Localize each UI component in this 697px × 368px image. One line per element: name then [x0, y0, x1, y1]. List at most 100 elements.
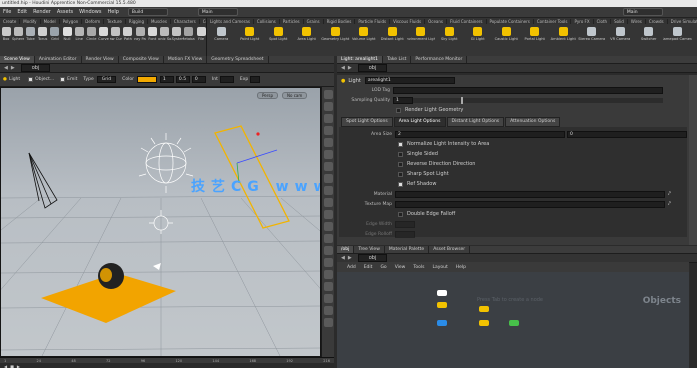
color-g-field[interactable]: 0.5	[175, 76, 190, 83]
shelf-tool-gamepad-camera[interactable]: Gamepad Camera	[663, 27, 692, 41]
shelf-left-tab-3[interactable]: Polygon	[60, 18, 83, 24]
shelf-tool-metaball[interactable]: Metaball	[183, 27, 195, 41]
viewport-side-tool-icon[interactable]	[324, 198, 333, 207]
node-envlight[interactable]	[509, 320, 519, 326]
option-checkbox[interactable]	[398, 171, 403, 177]
forward-arrow-icon[interactable]: ▶	[348, 255, 352, 261]
pane-left-tab-3[interactable]: Composite View	[119, 56, 164, 63]
shelf-tool-vr-camera[interactable]: VR Camera	[606, 27, 635, 41]
color-b-field[interactable]: 0	[191, 76, 206, 83]
forward-arrow-icon[interactable]: ▶	[11, 65, 15, 71]
shelf-right-tab-8[interactable]: Fluid Containers	[447, 18, 487, 24]
shelf-right-tab-9[interactable]: Populate Containers	[487, 18, 534, 24]
node-light[interactable]	[437, 302, 447, 308]
viewport-side-tool-icon[interactable]	[324, 294, 333, 303]
viewport-side-tool-icon[interactable]	[324, 222, 333, 231]
param-scrollbar[interactable]	[689, 75, 697, 245]
pane-left-tab-4[interactable]: Motion FX View	[164, 56, 208, 63]
viewport-side-tool-icon[interactable]	[324, 318, 333, 327]
shelf-right-tab-4[interactable]: Rigid Bodies	[324, 18, 356, 24]
back-arrow-icon[interactable]: ◀	[4, 65, 8, 71]
color-swatch[interactable]	[136, 76, 157, 83]
network-menu-help[interactable]: Help	[452, 265, 470, 270]
network-menu-tools[interactable]: Tools	[409, 265, 428, 270]
texture-map-field[interactable]	[395, 200, 665, 208]
shelf-right-tab-0[interactable]: Lights and Cameras	[207, 18, 254, 24]
menu-render[interactable]: Render	[30, 9, 54, 15]
double-edge-checkbox[interactable]	[398, 211, 403, 217]
node-name-field[interactable]: arealight1	[364, 77, 455, 84]
shelf-tool-curve[interactable]: Curve	[98, 27, 110, 41]
shelf-right-tab-7[interactable]: Oceans	[425, 18, 448, 24]
viewport-side-tool-icon[interactable]	[324, 306, 333, 315]
emit-checkbox[interactable]	[60, 77, 66, 82]
shelf-right-tab-11[interactable]: Pyro FX	[571, 18, 594, 24]
desktop-center-select[interactable]: Main	[197, 8, 238, 16]
viewport-side-tool-icon[interactable]	[324, 270, 333, 279]
lod-tag-field[interactable]	[393, 86, 663, 94]
shelf-tool-line[interactable]: Line	[73, 27, 85, 41]
shelf-left-tab-1[interactable]: Modify	[20, 18, 41, 24]
shelf-right-tab-14[interactable]: Wires	[628, 18, 646, 24]
option-checkbox[interactable]	[398, 161, 403, 167]
shelf-right-tab-10[interactable]: Container Tools	[534, 18, 572, 24]
material-field[interactable]	[395, 190, 665, 198]
node-chooser-icon[interactable]: ⤤	[668, 191, 671, 197]
viewport-side-tool-icon[interactable]	[324, 234, 333, 243]
sampling-quality-field[interactable]: 1	[393, 96, 413, 104]
option-checkbox[interactable]	[398, 181, 403, 187]
shelf-tool-font[interactable]: Font	[146, 27, 158, 41]
param-tab-area-light-options[interactable]: Area Light Options	[393, 117, 446, 127]
shelf-right-tab-2[interactable]: Particles	[280, 18, 304, 24]
object-checkbox[interactable]	[28, 77, 34, 82]
shelf-left-tab-0[interactable]: Create	[0, 18, 21, 24]
back-arrow-icon[interactable]: ◀	[341, 65, 345, 71]
desktop-right-select[interactable]: Main	[622, 8, 663, 16]
shelf-right-tab-3[interactable]: Grains	[304, 18, 324, 24]
network-menu-add[interactable]: Add	[343, 265, 360, 270]
pane-left-tab-2[interactable]: Render View	[82, 56, 119, 63]
shelf-tool-tube[interactable]: Tube	[24, 27, 36, 41]
file-chooser-icon[interactable]: ⤤	[668, 201, 671, 207]
viewport-side-tool-icon[interactable]	[324, 162, 333, 171]
viewport-side-tool-icon[interactable]	[324, 150, 333, 159]
shelf-right-tab-1[interactable]: Collisions	[254, 18, 280, 24]
shelf-tool-geometry-light[interactable]: Geometry Light	[321, 27, 350, 41]
shelf-tool-distant-light[interactable]: Distant Light	[378, 27, 407, 41]
shelf-left-tab-5[interactable]: Texture	[104, 18, 126, 24]
viewport-side-tool-icon[interactable]	[324, 174, 333, 183]
pane-right-tab-2[interactable]: Performance Monitor	[411, 56, 468, 63]
viewport-path[interactable]: obj	[20, 64, 51, 72]
param-tab-spot-light-options[interactable]: Spot Light Options	[341, 117, 393, 127]
shelf-tool-sky-light[interactable]: Sky Light	[435, 27, 464, 41]
shelf-tool-spray-paint[interactable]: Spray Paint	[134, 27, 146, 41]
shelf-right-tab-6[interactable]: Viscous Fluids	[390, 18, 426, 24]
shelf-tool-sphere[interactable]: Sphere	[12, 27, 24, 41]
network-tab-3[interactable]: Asset Browser	[429, 246, 471, 253]
render-light-geometry-checkbox[interactable]	[396, 107, 401, 113]
viewport-side-tool-icon[interactable]	[324, 246, 333, 255]
type-select[interactable]: Grid	[96, 76, 117, 83]
intensity-field[interactable]	[219, 76, 234, 83]
network-tab-2[interactable]: Material Palette	[385, 246, 430, 253]
network-tab-0[interactable]: /obj	[337, 246, 355, 253]
color-r-field[interactable]: 1	[159, 76, 174, 83]
node-geo[interactable]	[437, 320, 447, 326]
persp-button[interactable]: Persp	[257, 92, 278, 99]
shelf-tool-camera[interactable]: Camera	[207, 27, 236, 41]
shelf-left-tab-2[interactable]: Model	[41, 18, 60, 24]
play-icon[interactable]: ▶	[17, 364, 20, 368]
param-tab-distant-light-options[interactable]: Distant Light Options	[446, 117, 505, 127]
camera-button[interactable]: No cam	[282, 92, 308, 99]
node-spotlight[interactable]	[479, 320, 489, 326]
shelf-left-tab-6[interactable]: Rigging	[126, 18, 148, 24]
param-path[interactable]: obj	[357, 64, 388, 72]
viewport-side-tool-icon[interactable]	[324, 258, 333, 267]
shelf-tool-switcher[interactable]: Switcher	[635, 27, 664, 41]
pane-right-tab-1[interactable]: Take List	[383, 56, 412, 63]
viewport-side-tool-icon[interactable]	[324, 126, 333, 135]
exposure-field[interactable]	[250, 76, 261, 83]
menu-file[interactable]: File	[0, 9, 14, 15]
shelf-right-tab-5[interactable]: Particle Fluids	[355, 18, 391, 24]
play-back-icon[interactable]: ◀	[4, 364, 7, 368]
